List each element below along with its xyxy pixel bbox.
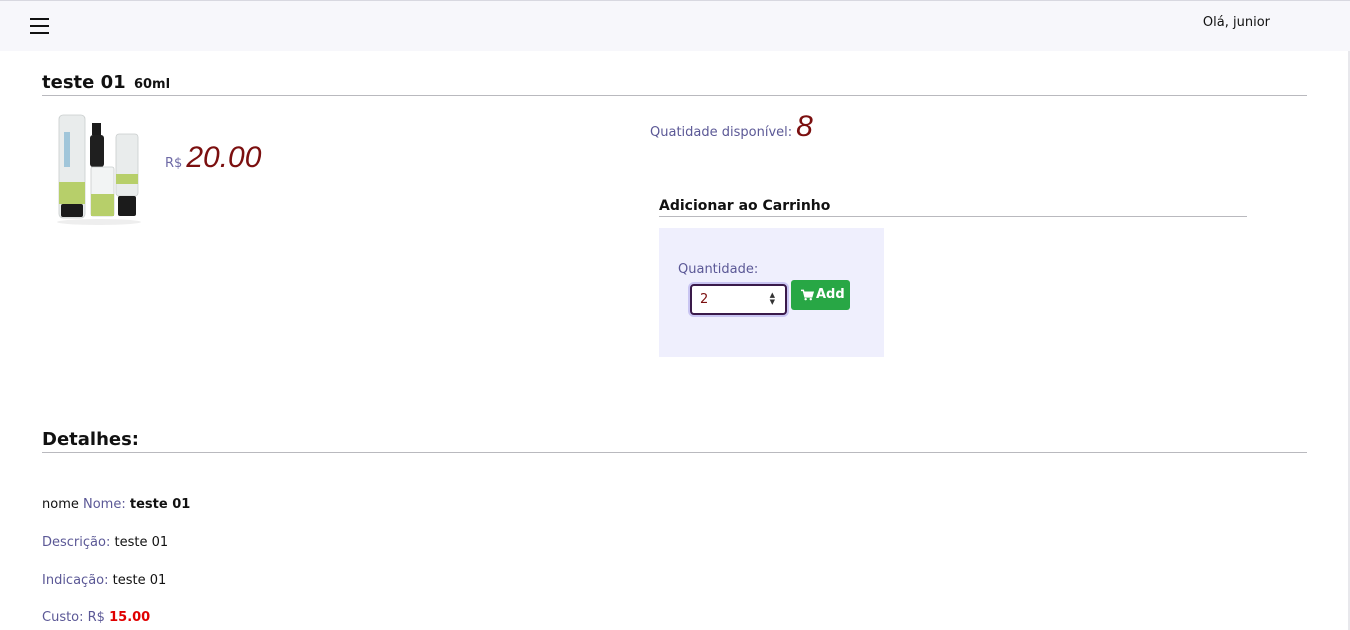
add-to-cart-button[interactable]: Add <box>791 280 850 310</box>
product-size: 60ml <box>133 77 171 92</box>
product-title: teste 01 60ml <box>42 72 170 93</box>
detail-indication-label: Indicação: <box>42 573 109 588</box>
quantity-stepper[interactable]: 2 ▲ ▼ <box>690 284 787 315</box>
detail-cost-label: Custo: R$ <box>42 610 105 625</box>
product-image <box>57 114 141 225</box>
detail-row-cost: Custo: R$ 15.00 <box>42 610 150 625</box>
detail-name-prefix: nome <box>42 497 79 512</box>
cart-section-title: Adicionar ao Carrinho <box>659 198 831 214</box>
top-navbar: Olá, junior <box>0 0 1350 51</box>
product-name: teste 01 <box>42 72 126 93</box>
availability: Quatidade disponível: 8 <box>650 110 813 144</box>
price-currency: R$ <box>165 156 183 171</box>
user-greeting[interactable]: Olá, junior <box>1203 15 1270 30</box>
quantity-label: Quantidade: <box>678 262 759 277</box>
detail-row-indication: Indicação: teste 01 <box>42 573 166 588</box>
cart-icon <box>801 289 814 301</box>
price-value: 20.00 <box>186 141 262 174</box>
detail-name-label: Nome: <box>83 497 126 512</box>
details-title: Detalhes: <box>42 429 140 450</box>
spinner-arrows-icon[interactable]: ▲ ▼ <box>770 292 775 306</box>
detail-indication-value: teste 01 <box>112 573 167 588</box>
detail-row-name: nome Nome: teste 01 <box>42 497 190 512</box>
hamburger-icon[interactable] <box>30 17 50 35</box>
detail-description-value: teste 01 <box>114 535 169 550</box>
detail-cost-value: 15.00 <box>109 610 151 625</box>
add-button-label: Add <box>816 287 845 302</box>
availability-value: 8 <box>796 110 813 143</box>
detail-description-label: Descrição: <box>42 535 111 550</box>
cart-divider <box>659 216 1247 217</box>
add-to-cart-box: Quantidade: 2 ▲ ▼ Add <box>659 228 884 357</box>
detail-name-value: teste 01 <box>129 497 191 512</box>
availability-label: Quatidade disponível: <box>650 125 793 140</box>
quantity-value: 2 <box>700 292 709 307</box>
detail-row-description: Descrição: teste 01 <box>42 535 168 550</box>
details-divider <box>42 452 1307 453</box>
product-price: R$ 20.00 <box>165 141 261 175</box>
title-divider <box>42 95 1307 96</box>
